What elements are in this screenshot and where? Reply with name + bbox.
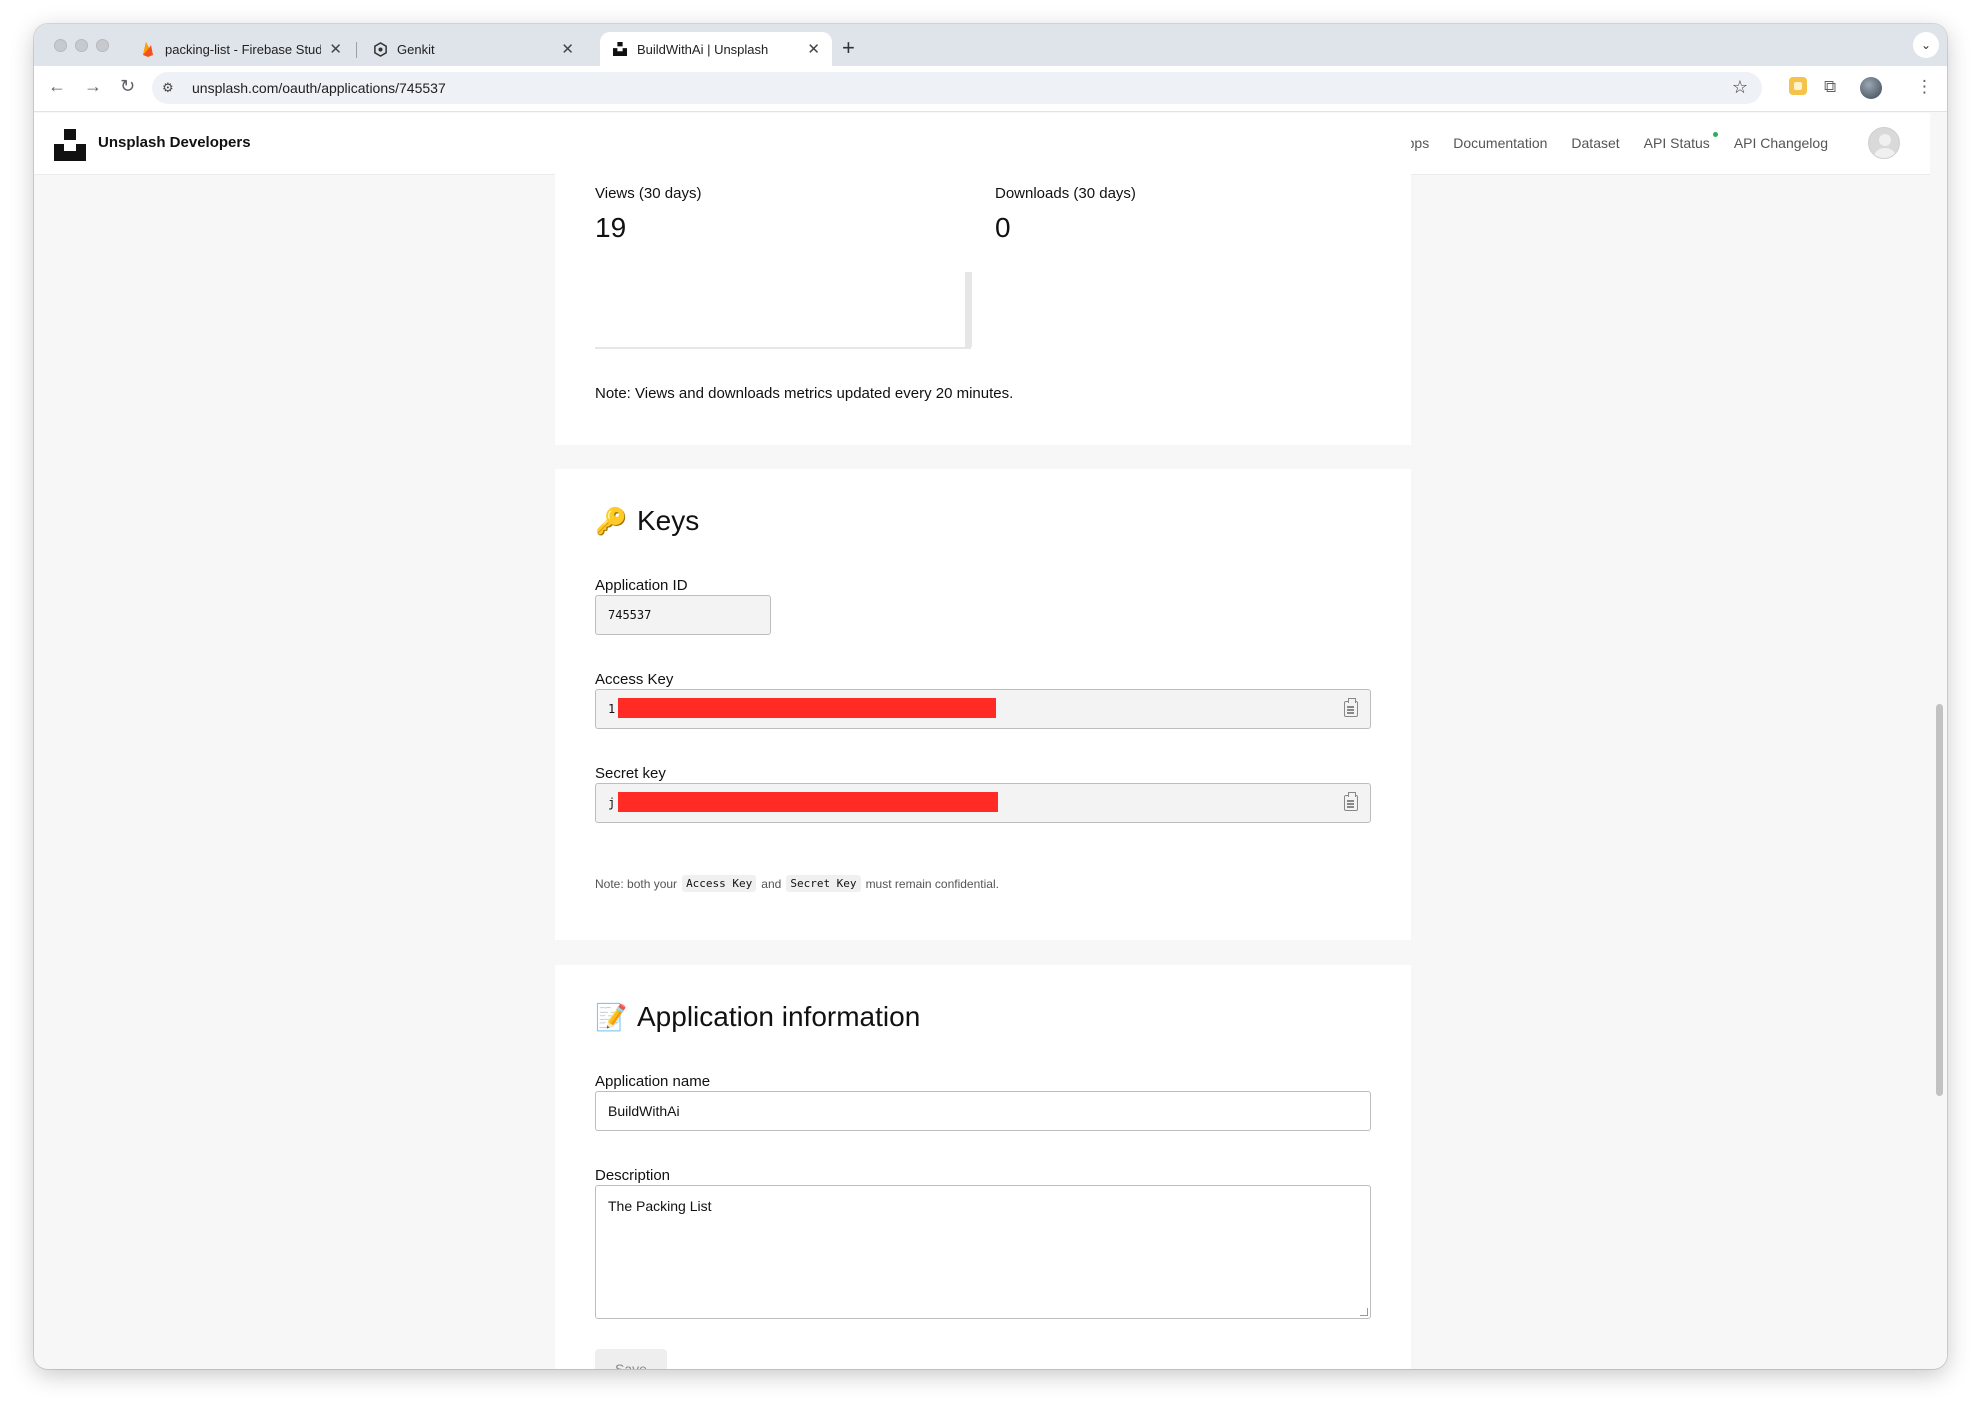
nav-dataset[interactable]: Dataset	[1571, 135, 1619, 151]
genkit-icon	[372, 41, 388, 57]
user-avatar[interactable]	[1868, 127, 1900, 159]
app-name-value: BuildWithAi	[608, 1103, 680, 1119]
status-indicator-dot	[1712, 132, 1718, 137]
keys-title-text: Keys	[637, 505, 700, 536]
views-label: Views (30 days)	[595, 185, 702, 202]
metrics-note: Note: Views and downloads metrics update…	[595, 385, 1014, 402]
url-text: unsplash.com/oauth/applications/745537	[192, 80, 446, 96]
description-label: Description	[595, 1167, 671, 1184]
note-code-secret-key: Secret Key	[786, 875, 861, 892]
secret-key-label: Secret key	[595, 765, 666, 782]
close-window-button[interactable]	[54, 39, 67, 52]
close-tab-icon[interactable]: ✕	[329, 40, 342, 58]
note-code-access-key: Access Key	[682, 875, 757, 892]
site-settings-icon[interactable]: ⚙	[162, 80, 184, 96]
keys-card: 🔑 Keys Application ID 745537 Access Key …	[555, 469, 1411, 940]
access-key-label: Access Key	[595, 671, 674, 688]
confidential-note: Note: both your Access Key and Secret Ke…	[595, 875, 999, 892]
downloads-value: 0	[995, 212, 1011, 243]
save-button[interactable]: Save	[595, 1349, 667, 1369]
minimize-window-button[interactable]	[75, 39, 88, 52]
close-tab-icon[interactable]: ✕	[561, 40, 574, 58]
nav-api-changelog[interactable]: API Changelog	[1734, 135, 1828, 151]
app-id-label: Application ID	[595, 577, 688, 594]
views-value: 19	[595, 212, 627, 243]
note-text: and	[761, 876, 782, 891]
views-graph-bar	[965, 272, 972, 347]
description-value: The Packing List	[608, 1198, 712, 1214]
page-scrollbar[interactable]	[1936, 704, 1943, 1096]
note-text: Note: both your	[595, 876, 678, 891]
unsplash-logo-icon[interactable]	[54, 129, 86, 161]
brand-title[interactable]: Unsplash Developers	[98, 134, 251, 151]
app-id-value: 745537	[608, 608, 652, 622]
nav-api-status[interactable]: API Status	[1643, 132, 1718, 151]
zoom-window-button[interactable]	[96, 39, 109, 52]
app-info-title-text: Application information	[637, 1001, 921, 1032]
tab-bar: packing-list - Firebase Studio ✕ Genkit …	[34, 24, 1947, 66]
copy-clipboard-icon[interactable]	[1344, 698, 1358, 717]
tab-label: Genkit	[397, 41, 435, 57]
extension-yellow-icon[interactable]	[1789, 77, 1807, 95]
secret-key-prefix: j	[608, 796, 616, 810]
tab-unsplash-active[interactable]: BuildWithAi | Unsplash ✕	[600, 32, 832, 66]
tab-label: packing-list - Firebase Studio	[165, 41, 322, 57]
window-controls[interactable]	[54, 39, 109, 52]
access-key-redaction	[618, 698, 996, 718]
new-tab-button[interactable]: +	[842, 35, 855, 61]
downloads-stat: Downloads (30 days) 0	[995, 185, 1136, 244]
note-text: must remain confidential.	[865, 876, 999, 891]
secret-key-field[interactable]: j	[595, 783, 1371, 823]
nav-api-status-label: API Status	[1643, 135, 1710, 151]
views-graph-baseline	[595, 347, 971, 349]
unsplash-icon	[612, 41, 628, 57]
access-key-field[interactable]: 1	[595, 689, 1371, 729]
copy-clipboard-icon[interactable]	[1344, 792, 1358, 811]
browser-window: packing-list - Firebase Studio ✕ Genkit …	[34, 24, 1947, 1369]
browser-toolbar: ← → ↻ ⚙ unsplash.com/oauth/applications/…	[34, 66, 1947, 112]
app-info-title: 📝 Application information	[595, 1001, 920, 1033]
access-key-prefix: 1	[608, 702, 616, 716]
keys-title: 🔑 Keys	[595, 505, 699, 537]
back-arrow-icon[interactable]: ←	[48, 76, 66, 97]
views-stat: Views (30 days) 19	[595, 185, 701, 244]
resize-handle-icon[interactable]	[1360, 1308, 1368, 1316]
stats-card: Views (30 days) 19 Downloads (30 days) 0…	[555, 113, 1411, 445]
bookmark-star-icon[interactable]: ☆	[1732, 77, 1748, 98]
description-textarea[interactable]: The Packing List	[595, 1185, 1371, 1319]
extensions-puzzle-icon[interactable]: ⧉	[1824, 77, 1836, 97]
tab-genkit[interactable]: Genkit ✕	[360, 32, 586, 66]
secret-key-redaction	[618, 792, 998, 812]
header-nav: Your apps Documentation Dataset API Stat…	[1367, 132, 1828, 151]
app-id-field[interactable]: 745537	[595, 595, 771, 635]
profile-icon[interactable]	[1860, 77, 1882, 99]
browser-menu-icon[interactable]: ⋮	[1916, 77, 1933, 97]
nav-documentation[interactable]: Documentation	[1453, 135, 1547, 151]
key-icon: 🔑	[595, 505, 628, 536]
reload-icon[interactable]: ↻	[120, 76, 135, 97]
tab-firebase-studio[interactable]: packing-list - Firebase Studio ✕	[128, 32, 354, 66]
memo-icon: 📝	[595, 1001, 628, 1032]
app-name-label: Application name	[595, 1073, 711, 1090]
address-bar[interactable]: ⚙ unsplash.com/oauth/applications/745537…	[152, 72, 1762, 104]
tab-label: BuildWithAi | Unsplash	[637, 41, 769, 57]
tab-divider	[356, 42, 357, 58]
firebase-icon	[140, 41, 156, 57]
app-name-input[interactable]: BuildWithAi	[595, 1091, 1371, 1131]
forward-arrow-icon[interactable]: →	[84, 76, 102, 97]
page-content: Unsplash Developers Your apps Documentat…	[34, 113, 1947, 1369]
tab-search-chevron-icon[interactable]: ⌄	[1913, 32, 1939, 58]
app-info-card: 📝 Application information Application na…	[555, 965, 1411, 1369]
downloads-label: Downloads (30 days)	[995, 185, 1136, 202]
close-tab-icon[interactable]: ✕	[807, 40, 820, 58]
